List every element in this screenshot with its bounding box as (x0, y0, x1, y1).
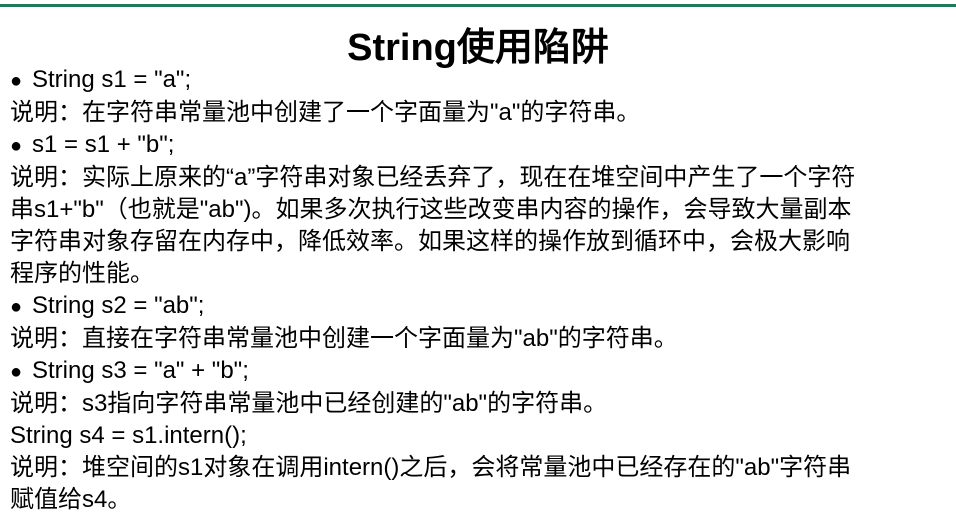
code-line-s2: String s2 = "ab"; (10, 290, 946, 323)
header-divider (0, 4, 956, 7)
explanation-concat-line-3: 字符串对象存留在内存中，降低效率。如果这样的操作放到循环中，会极大影响 (10, 228, 850, 255)
code-line-s1-concat: s1 = s1 + "b"; (10, 129, 946, 162)
explanation-concat-line-4: 程序的性能。 (10, 260, 154, 287)
explanation-s3: 说明：s3指向字符串常量池中已经创建的"ab"的字符串。 (10, 390, 608, 417)
code-line-s3: String s3 = "a" + "b"; (10, 355, 946, 388)
code-line-s4: String s4 = s1.intern(); (10, 422, 247, 449)
explanation-s4-line-2: 赋值给s4。 (10, 486, 132, 513)
explanation-concat-line-1: 说明：实际上原来的“a”字符串对象已经丢弃了，现在在堆空间中产生了一个字符 (10, 164, 856, 191)
slide-body: String s1 = "a"; 说明：在字符串常量池中创建了一个字面量为"a"… (10, 64, 946, 516)
code-line-s1: String s1 = "a"; (10, 64, 946, 97)
explanation-s4-line-1: 说明：堆空间的s1对象在调用intern()之后，会将常量池中已经存在的"ab"… (10, 454, 852, 481)
explanation-concat-line-2: 串s1+"b"（也就是"ab")。如果多次执行这些改变串内容的操作，会导致大量副… (10, 196, 852, 223)
explanation-s2: 说明：直接在字符串常量池中创建一个字面量为"ab"的字符串。 (10, 325, 678, 352)
explanation-s1: 说明：在字符串常量池中创建了一个字面量为"a"的字符串。 (10, 99, 641, 126)
header-rule (0, 0, 956, 8)
